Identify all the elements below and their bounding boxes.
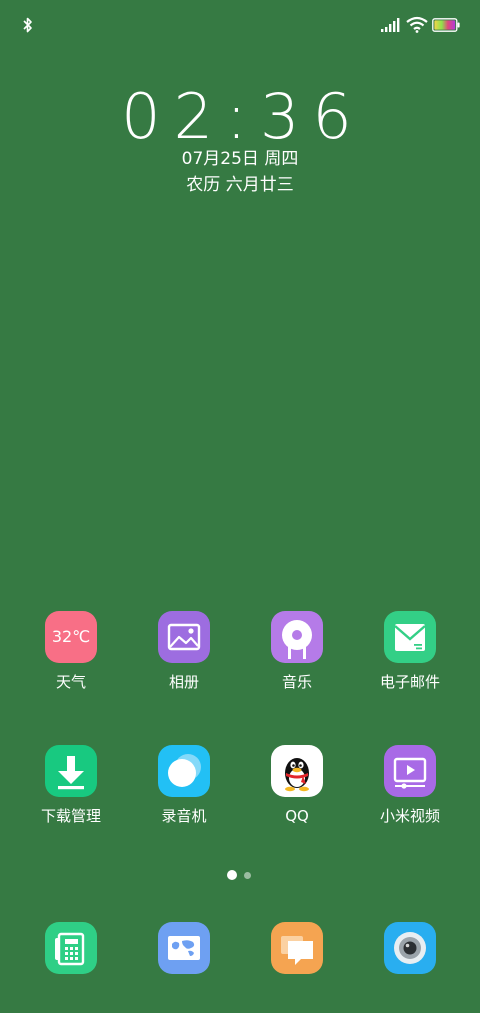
battery-icon <box>432 18 460 32</box>
gallery-icon <box>158 611 210 663</box>
app-label: 天气 <box>55 673 86 691</box>
qq-penguin-icon <box>271 745 323 797</box>
app-weather[interactable]: 32℃ 天气 <box>26 611 116 701</box>
page-dot[interactable] <box>244 872 251 879</box>
app-label: 下载管理 <box>40 807 101 825</box>
dock-phone[interactable] <box>45 922 97 974</box>
wifi-icon <box>406 16 428 33</box>
app-qq[interactable]: QQ <box>252 745 342 835</box>
app-mi-video[interactable]: 小米视频 <box>365 745 455 835</box>
app-recorder[interactable]: 录音机 <box>139 745 229 835</box>
app-gallery[interactable]: 相册 <box>139 611 229 701</box>
app-label: QQ <box>285 807 309 825</box>
lunar-date: 农历 六月廿三 <box>186 175 294 195</box>
app-label: 录音机 <box>161 807 207 825</box>
dock-messages[interactable] <box>271 922 323 974</box>
weather-icon: 32℃ <box>45 611 97 663</box>
page-dot-active[interactable] <box>227 870 237 880</box>
download-icon <box>45 745 97 797</box>
app-label: 音乐 <box>281 673 312 691</box>
dock-camera[interactable] <box>384 922 436 974</box>
phone-icon <box>55 932 85 966</box>
app-download-manager[interactable]: 下载管理 <box>26 745 116 835</box>
status-bar <box>0 0 480 50</box>
dock-browser[interactable] <box>158 922 210 974</box>
clock-time[interactable]: 02:36 <box>0 80 480 154</box>
video-icon <box>384 745 436 797</box>
clock-date: 07月25日 周四 <box>181 149 299 169</box>
page-indicator <box>0 869 480 881</box>
app-label: 相册 <box>168 673 199 691</box>
app-label: 小米视频 <box>379 807 440 825</box>
browser-map-icon <box>168 936 200 960</box>
email-icon <box>384 611 436 663</box>
recorder-icon <box>158 745 210 797</box>
camera-icon <box>394 932 426 964</box>
bluetooth-icon <box>23 17 32 33</box>
app-email[interactable]: 电子邮件 <box>365 611 455 701</box>
messages-icon <box>281 936 313 965</box>
cell-signal-icon <box>381 18 400 32</box>
app-label: 电子邮件 <box>379 673 440 691</box>
weather-temperature: 32℃ <box>51 627 91 646</box>
music-icon <box>271 611 323 663</box>
app-music[interactable]: 音乐 <box>252 611 342 701</box>
